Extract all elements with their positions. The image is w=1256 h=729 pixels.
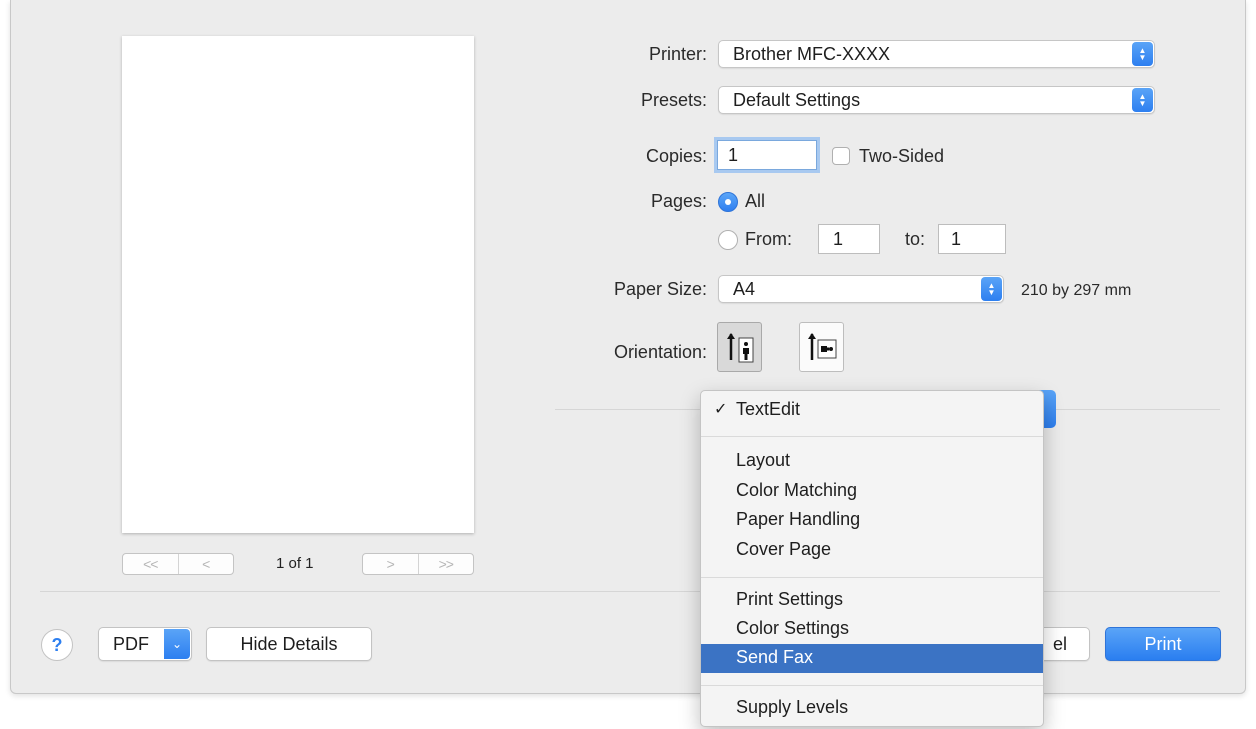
print-button[interactable]: Print — [1105, 627, 1221, 661]
menu-separator — [701, 685, 1043, 686]
printer-popup[interactable]: Brother MFC-XXXX ▲ ▼ — [718, 40, 1155, 68]
pages-to-label: to: — [905, 229, 926, 249]
copies-label: Copies: — [645, 146, 707, 166]
pages-label: Pages: — [650, 191, 707, 211]
menu-separator — [701, 577, 1043, 578]
printer-value: Brother MFC-XXXX — [733, 44, 891, 64]
help-button[interactable]: ? — [41, 629, 73, 661]
section-dropdown-menu: ✓ TextEdit Layout Color Matching Paper H… — [700, 390, 1044, 727]
presets-label: Presets: — [640, 90, 707, 110]
next-page-button[interactable]: > — [363, 554, 418, 574]
portrait-orientation-button[interactable] — [717, 322, 762, 372]
landscape-icon — [807, 333, 836, 360]
paper-size-value: A4 — [733, 279, 756, 299]
pages-to-input[interactable]: 1 — [938, 224, 1006, 254]
paper-dimensions: 210 by 297 mm — [1021, 282, 1132, 299]
hide-details-button[interactable]: Hide Details — [206, 627, 372, 661]
menu-item-paper-handling[interactable]: Paper Handling — [701, 506, 1043, 535]
presets-value: Default Settings — [733, 90, 861, 110]
menu-separator — [701, 436, 1043, 437]
menu-item-textedit[interactable]: ✓ TextEdit — [701, 396, 1043, 425]
portrait-icon — [726, 333, 753, 363]
first-page-button[interactable]: << — [123, 554, 178, 574]
menu-item-send-fax[interactable]: Send Fax — [701, 644, 1043, 673]
landscape-orientation-button[interactable] — [799, 322, 844, 372]
preview-nav-back-group: << < — [122, 553, 234, 575]
page-count: 1 of 1 — [276, 555, 314, 572]
menu-item-label: TextEdit — [736, 399, 801, 419]
menu-item-color-matching[interactable]: Color Matching — [701, 477, 1043, 506]
two-sided-label: Two-Sided — [859, 146, 945, 166]
page-preview — [122, 36, 474, 533]
menu-item-supply-levels[interactable]: Supply Levels — [701, 694, 1043, 723]
previous-page-button[interactable]: < — [177, 554, 234, 574]
two-sided-checkbox[interactable] — [832, 147, 850, 165]
menu-item-cover-page[interactable]: Cover Page — [701, 536, 1043, 565]
menu-item-layout[interactable]: Layout — [701, 447, 1043, 476]
copies-input[interactable]: 1 — [717, 140, 817, 170]
presets-popup[interactable]: Default Settings ▲ ▼ — [718, 86, 1155, 114]
pages-from-radio[interactable] — [718, 230, 738, 250]
orientation-label: Orientation: — [613, 342, 707, 362]
paper-size-popup[interactable]: A4 ▲ ▼ — [718, 275, 1004, 303]
updown-arrows-icon: ▲ ▼ — [981, 277, 1002, 301]
checkmark-icon: ✓ — [714, 401, 728, 418]
pdf-label: PDF — [113, 633, 149, 654]
cancel-label: el — [1052, 633, 1067, 654]
chevron-down-icon: ⌄ — [164, 629, 190, 659]
pages-all-label: All — [745, 191, 766, 211]
paper-size-label: Paper Size: — [613, 279, 707, 299]
preview-nav-forward-group: > >> — [362, 553, 474, 575]
updown-arrows-icon: ▲ ▼ — [1132, 88, 1153, 112]
printer-label: Printer: — [648, 44, 707, 64]
pages-from-input[interactable]: 1 — [818, 224, 880, 254]
menu-item-print-settings[interactable]: Print Settings — [701, 586, 1043, 615]
menu-item-color-settings[interactable]: Color Settings — [701, 615, 1043, 644]
updown-arrows-icon: ▲ ▼ — [1132, 42, 1153, 66]
pages-from-label: From: — [745, 229, 792, 249]
last-page-button[interactable]: >> — [417, 554, 474, 574]
pdf-button[interactable]: PDF ⌄ — [98, 627, 192, 661]
pages-all-radio[interactable] — [718, 192, 738, 212]
